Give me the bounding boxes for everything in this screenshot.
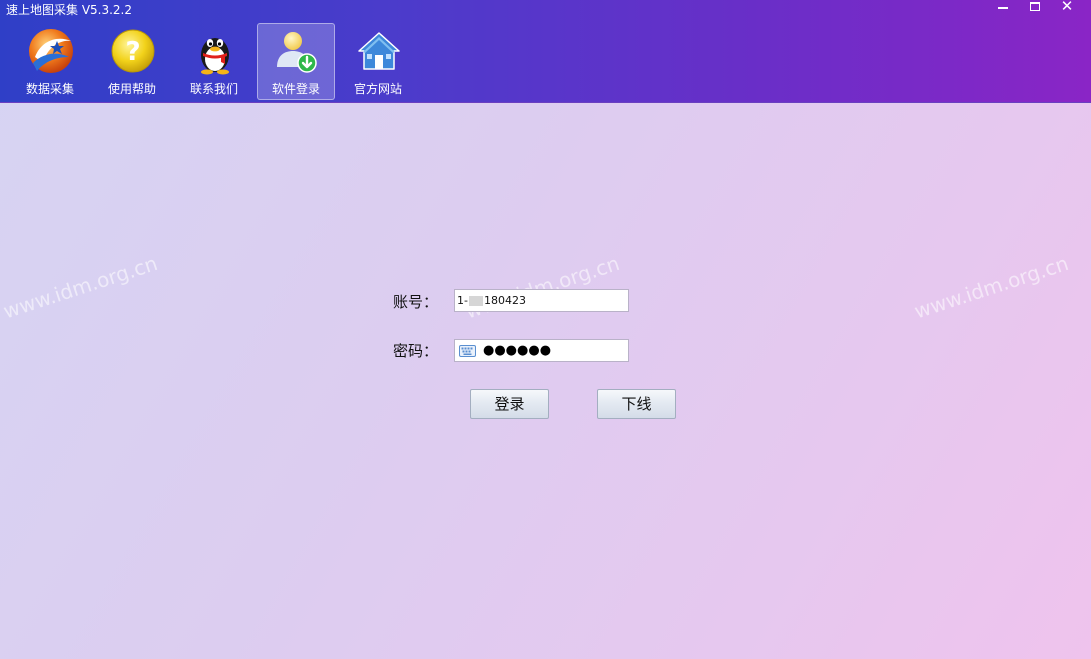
home-icon [358,32,400,70]
watermark-center: www.idm.org.cn [462,250,623,324]
toolbar-data-collect-label: 数据采集 [25,82,74,96]
window-controls: ✕ [987,0,1083,16]
window-title: 速上地图采集 V5.3.2.2 [6,3,133,17]
toolbar-help-label: 使用帮助 [107,82,156,96]
password-input[interactable]: ●●●●●● [454,339,629,362]
app-window: 速上地图采集 V5.3.2.2 ✕ 数据采集 ? 使用帮助 联系我们 软件登录 … [0,0,1091,659]
svg-text:?: ? [125,37,140,67]
user-login-icon [277,32,317,73]
close-icon[interactable]: ✕ [1051,0,1083,16]
account-input[interactable]: 1- 180423 [454,289,629,312]
minimize-icon[interactable] [987,0,1019,16]
toolbar-website-button[interactable]: 官方网站 [339,23,417,100]
password-label: 密码： [393,342,439,360]
toolbar-help-button[interactable]: ? 使用帮助 [93,23,171,100]
toolbar-login-button[interactable]: 软件登录 [257,23,335,100]
account-redacted-block [468,296,483,306]
account-label: 账号： [393,293,439,311]
main-toolbar: 数据采集 ? 使用帮助 联系我们 软件登录 官方网站 [11,23,421,100]
toolbar-contact-label: 联系我们 [189,82,238,96]
logout-button[interactable]: 下线 [597,389,676,419]
watermark-right: www.idm.org.cn [911,250,1072,324]
toolbar-website-label: 官方网站 [353,82,402,96]
keyboard-icon[interactable] [459,345,476,357]
login-button[interactable]: 登录 [470,389,549,419]
qq-penguin-icon [201,38,229,75]
toolbar-login-label: 软件登录 [271,82,320,96]
maximize-icon[interactable] [1019,0,1051,16]
account-value-prefix: 1- [457,294,468,307]
watermark-left: www.idm.org.cn [0,250,161,324]
toolbar-data-collect-button[interactable]: 数据采集 [11,23,89,100]
password-masked-value: ●●●●●● [483,343,552,358]
data-collect-icon [29,29,73,73]
help-icon: ? [111,29,155,73]
account-value-suffix: 180423 [483,294,526,307]
header-bar: 速上地图采集 V5.3.2.2 ✕ 数据采集 ? 使用帮助 联系我们 软件登录 … [0,0,1091,103]
toolbar-contact-button[interactable]: 联系我们 [175,23,253,100]
